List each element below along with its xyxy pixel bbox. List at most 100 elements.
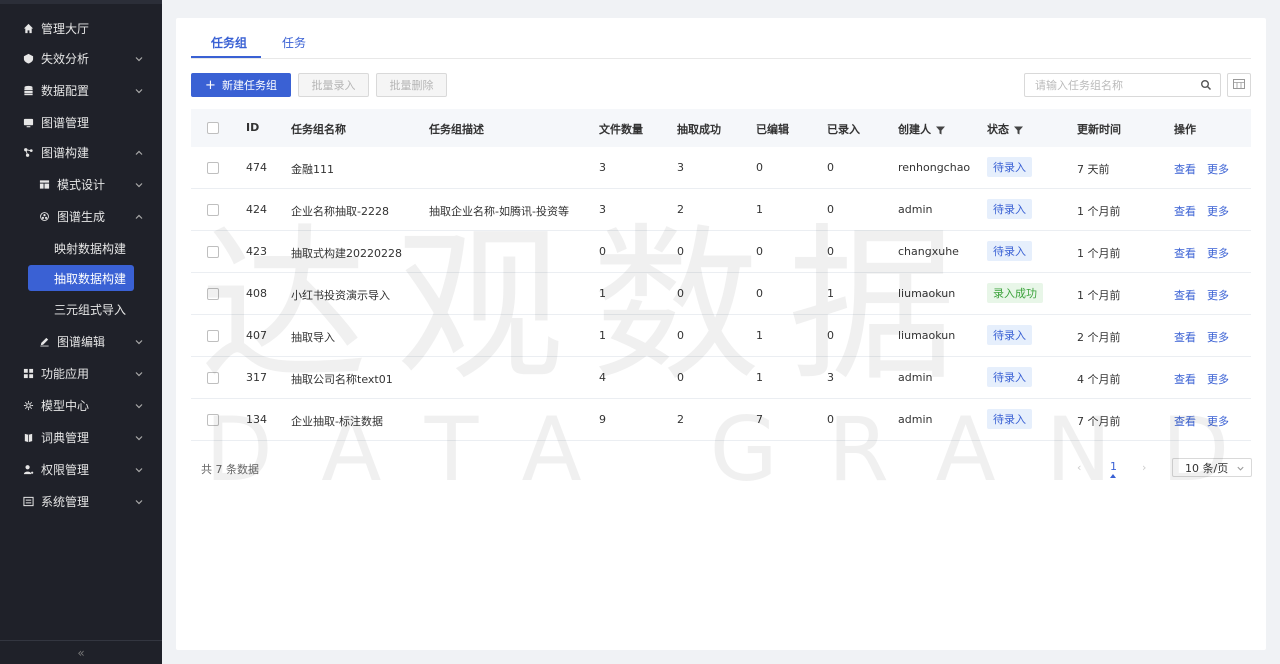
status-badge: 待录入 xyxy=(987,157,1032,177)
view-link[interactable]: 查看 xyxy=(1174,245,1196,261)
cell-file-count: 1 xyxy=(599,287,606,300)
cell-file-count: 3 xyxy=(599,161,606,174)
row-checkbox[interactable] xyxy=(207,288,219,300)
chevron-down-icon xyxy=(134,179,144,189)
row-checkbox[interactable] xyxy=(207,330,219,342)
sidebar-item-extraction-build[interactable]: 抽取数据构建 xyxy=(28,265,134,291)
page-size-value: 10 条/页 xyxy=(1185,461,1229,475)
sidebar-item-mapping-build[interactable]: 映射数据构建 xyxy=(0,234,162,262)
row-checkbox[interactable] xyxy=(207,414,219,426)
cell-name: 企业抽取-标注数据 xyxy=(291,415,383,428)
view-link[interactable]: 查看 xyxy=(1174,371,1196,387)
cell-extract-success: 0 xyxy=(677,371,684,384)
column-header-recorded: 已录入 xyxy=(827,123,860,136)
more-link[interactable]: 更多 xyxy=(1207,203,1229,219)
sidebar-item-applications[interactable]: 功能应用 xyxy=(0,359,162,387)
cell-updated: 4 个月前 xyxy=(1077,373,1121,386)
more-link[interactable]: 更多 xyxy=(1207,371,1229,387)
search-input[interactable] xyxy=(1025,74,1185,96)
sidebar-item-dashboard[interactable]: 管理大厅 xyxy=(0,14,162,42)
table-row: 408 小红书投资演示导入 1 0 0 1 liumaokun 1 个月前 录入成功 查看 更多 xyxy=(191,273,1251,315)
more-link[interactable]: 更多 xyxy=(1207,287,1229,303)
chevron-down-icon xyxy=(134,432,144,442)
batch-import-button[interactable]: 批量录入 xyxy=(298,73,369,97)
table-header: ID 任务组名称 任务组描述 文件数量 抽取成功 已编辑 已录入 创建人 状态 … xyxy=(191,109,1251,147)
sidebar-item-graph-management[interactable]: 图谱管理 xyxy=(0,108,162,136)
sidebar-top-strip xyxy=(0,0,162,4)
filter-icon[interactable] xyxy=(1014,125,1023,134)
cell-recorded: 0 xyxy=(827,161,834,174)
cell-id: 317 xyxy=(246,371,267,384)
cell-recorded: 1 xyxy=(827,287,834,300)
status-badge: 待录入 xyxy=(987,325,1032,345)
cell-extract-success: 3 xyxy=(677,161,684,174)
cell-id: 423 xyxy=(246,245,267,258)
cell-edited: 1 xyxy=(756,203,763,216)
graph-icon xyxy=(22,146,34,158)
status-badge: 待录入 xyxy=(987,199,1032,219)
sidebar-item-data-config[interactable]: 数据配置 xyxy=(0,76,162,104)
row-checkbox[interactable] xyxy=(207,246,219,258)
view-link[interactable]: 查看 xyxy=(1174,329,1196,345)
column-settings-button[interactable] xyxy=(1227,73,1251,97)
view-link[interactable]: 查看 xyxy=(1174,161,1196,177)
cell-file-count: 3 xyxy=(599,203,606,216)
more-link[interactable]: 更多 xyxy=(1207,161,1229,177)
cell-description: 抽取企业名称-如腾讯-投资等 xyxy=(429,205,569,218)
cell-id: 408 xyxy=(246,287,267,300)
content-card: 任务组 任务 + 新建任务组 批量录入 批量删除 ID 任务组名称 任务组描述 … xyxy=(176,18,1266,650)
new-task-group-button[interactable]: + 新建任务组 xyxy=(191,73,291,97)
sidebar-item-graph-build[interactable]: 图谱构建 xyxy=(0,138,162,166)
view-link[interactable]: 查看 xyxy=(1174,287,1196,303)
cell-creator: admin xyxy=(898,413,933,426)
sidebar-item-label: 功能应用 xyxy=(41,366,90,381)
row-checkbox[interactable] xyxy=(207,204,219,216)
view-link[interactable]: 查看 xyxy=(1174,413,1196,429)
cell-name: 抽取公司名称text01 xyxy=(291,373,393,386)
select-all-checkbox[interactable] xyxy=(207,122,219,134)
sidebar-item-schema-design[interactable]: 模式设计 xyxy=(0,170,162,198)
sidebar-item-label: 管理大厅 xyxy=(41,21,90,36)
cell-name: 金融111 xyxy=(291,163,334,176)
sidebar-item-triple-import[interactable]: 三元组式导入 xyxy=(0,295,162,323)
pagination-prev-button[interactable]: ‹ xyxy=(1077,461,1081,474)
settings-icon xyxy=(22,495,34,507)
cell-file-count: 4 xyxy=(599,371,606,384)
row-checkbox[interactable] xyxy=(207,372,219,384)
layout-icon xyxy=(38,178,50,190)
cell-updated: 7 个月前 xyxy=(1077,415,1121,428)
page-size-select[interactable]: 10 条/页 xyxy=(1172,458,1252,477)
plus-icon: + xyxy=(205,77,216,93)
cell-updated: 7 天前 xyxy=(1077,163,1110,176)
column-header-id: ID xyxy=(246,121,260,134)
view-link[interactable]: 查看 xyxy=(1174,203,1196,219)
tab-task[interactable]: 任务 xyxy=(282,34,306,51)
cell-edited: 0 xyxy=(756,287,763,300)
sidebar-item-permissions[interactable]: 权限管理 xyxy=(0,455,162,483)
cell-creator: admin xyxy=(898,371,933,384)
table-row: 407 抽取导入 1 0 1 0 liumaokun 2 个月前 待录入 查看 更多 xyxy=(191,315,1251,357)
search-icon[interactable] xyxy=(1200,79,1212,91)
sidebar-item-graph-edit[interactable]: 图谱编辑 xyxy=(0,327,162,355)
sidebar-item-system[interactable]: 系统管理 xyxy=(0,487,162,515)
row-checkbox[interactable] xyxy=(207,162,219,174)
sidebar-item-label: 模型中心 xyxy=(41,398,90,413)
sidebar-item-dictionary[interactable]: 词典管理 xyxy=(0,423,162,451)
tab-bar: 任务组 任务 xyxy=(191,18,1251,59)
sidebar-item-model-center[interactable]: 模型中心 xyxy=(0,391,162,419)
table-row: 474 金融111 3 3 0 0 renhongchao 7 天前 待录入 查看 更多 xyxy=(191,147,1251,189)
cell-extract-success: 0 xyxy=(677,287,684,300)
sidebar-item-graph-generate[interactable]: 图谱生成 xyxy=(0,202,162,230)
pagination-next-button[interactable]: › xyxy=(1142,461,1146,474)
pagination-page-1[interactable]: 1 xyxy=(1110,460,1117,473)
filter-icon[interactable] xyxy=(936,125,945,134)
sidebar-item-failure-analysis[interactable]: 失效分析 xyxy=(0,44,162,72)
batch-delete-button[interactable]: 批量删除 xyxy=(376,73,447,97)
sidebar-collapse-button[interactable]: « xyxy=(0,640,162,664)
cell-name: 企业名称抽取-2228 xyxy=(291,205,389,218)
tab-task-group[interactable]: 任务组 xyxy=(211,34,247,51)
more-link[interactable]: 更多 xyxy=(1207,329,1229,345)
cell-name: 小红书投资演示导入 xyxy=(291,289,390,302)
more-link[interactable]: 更多 xyxy=(1207,413,1229,429)
more-link[interactable]: 更多 xyxy=(1207,245,1229,261)
